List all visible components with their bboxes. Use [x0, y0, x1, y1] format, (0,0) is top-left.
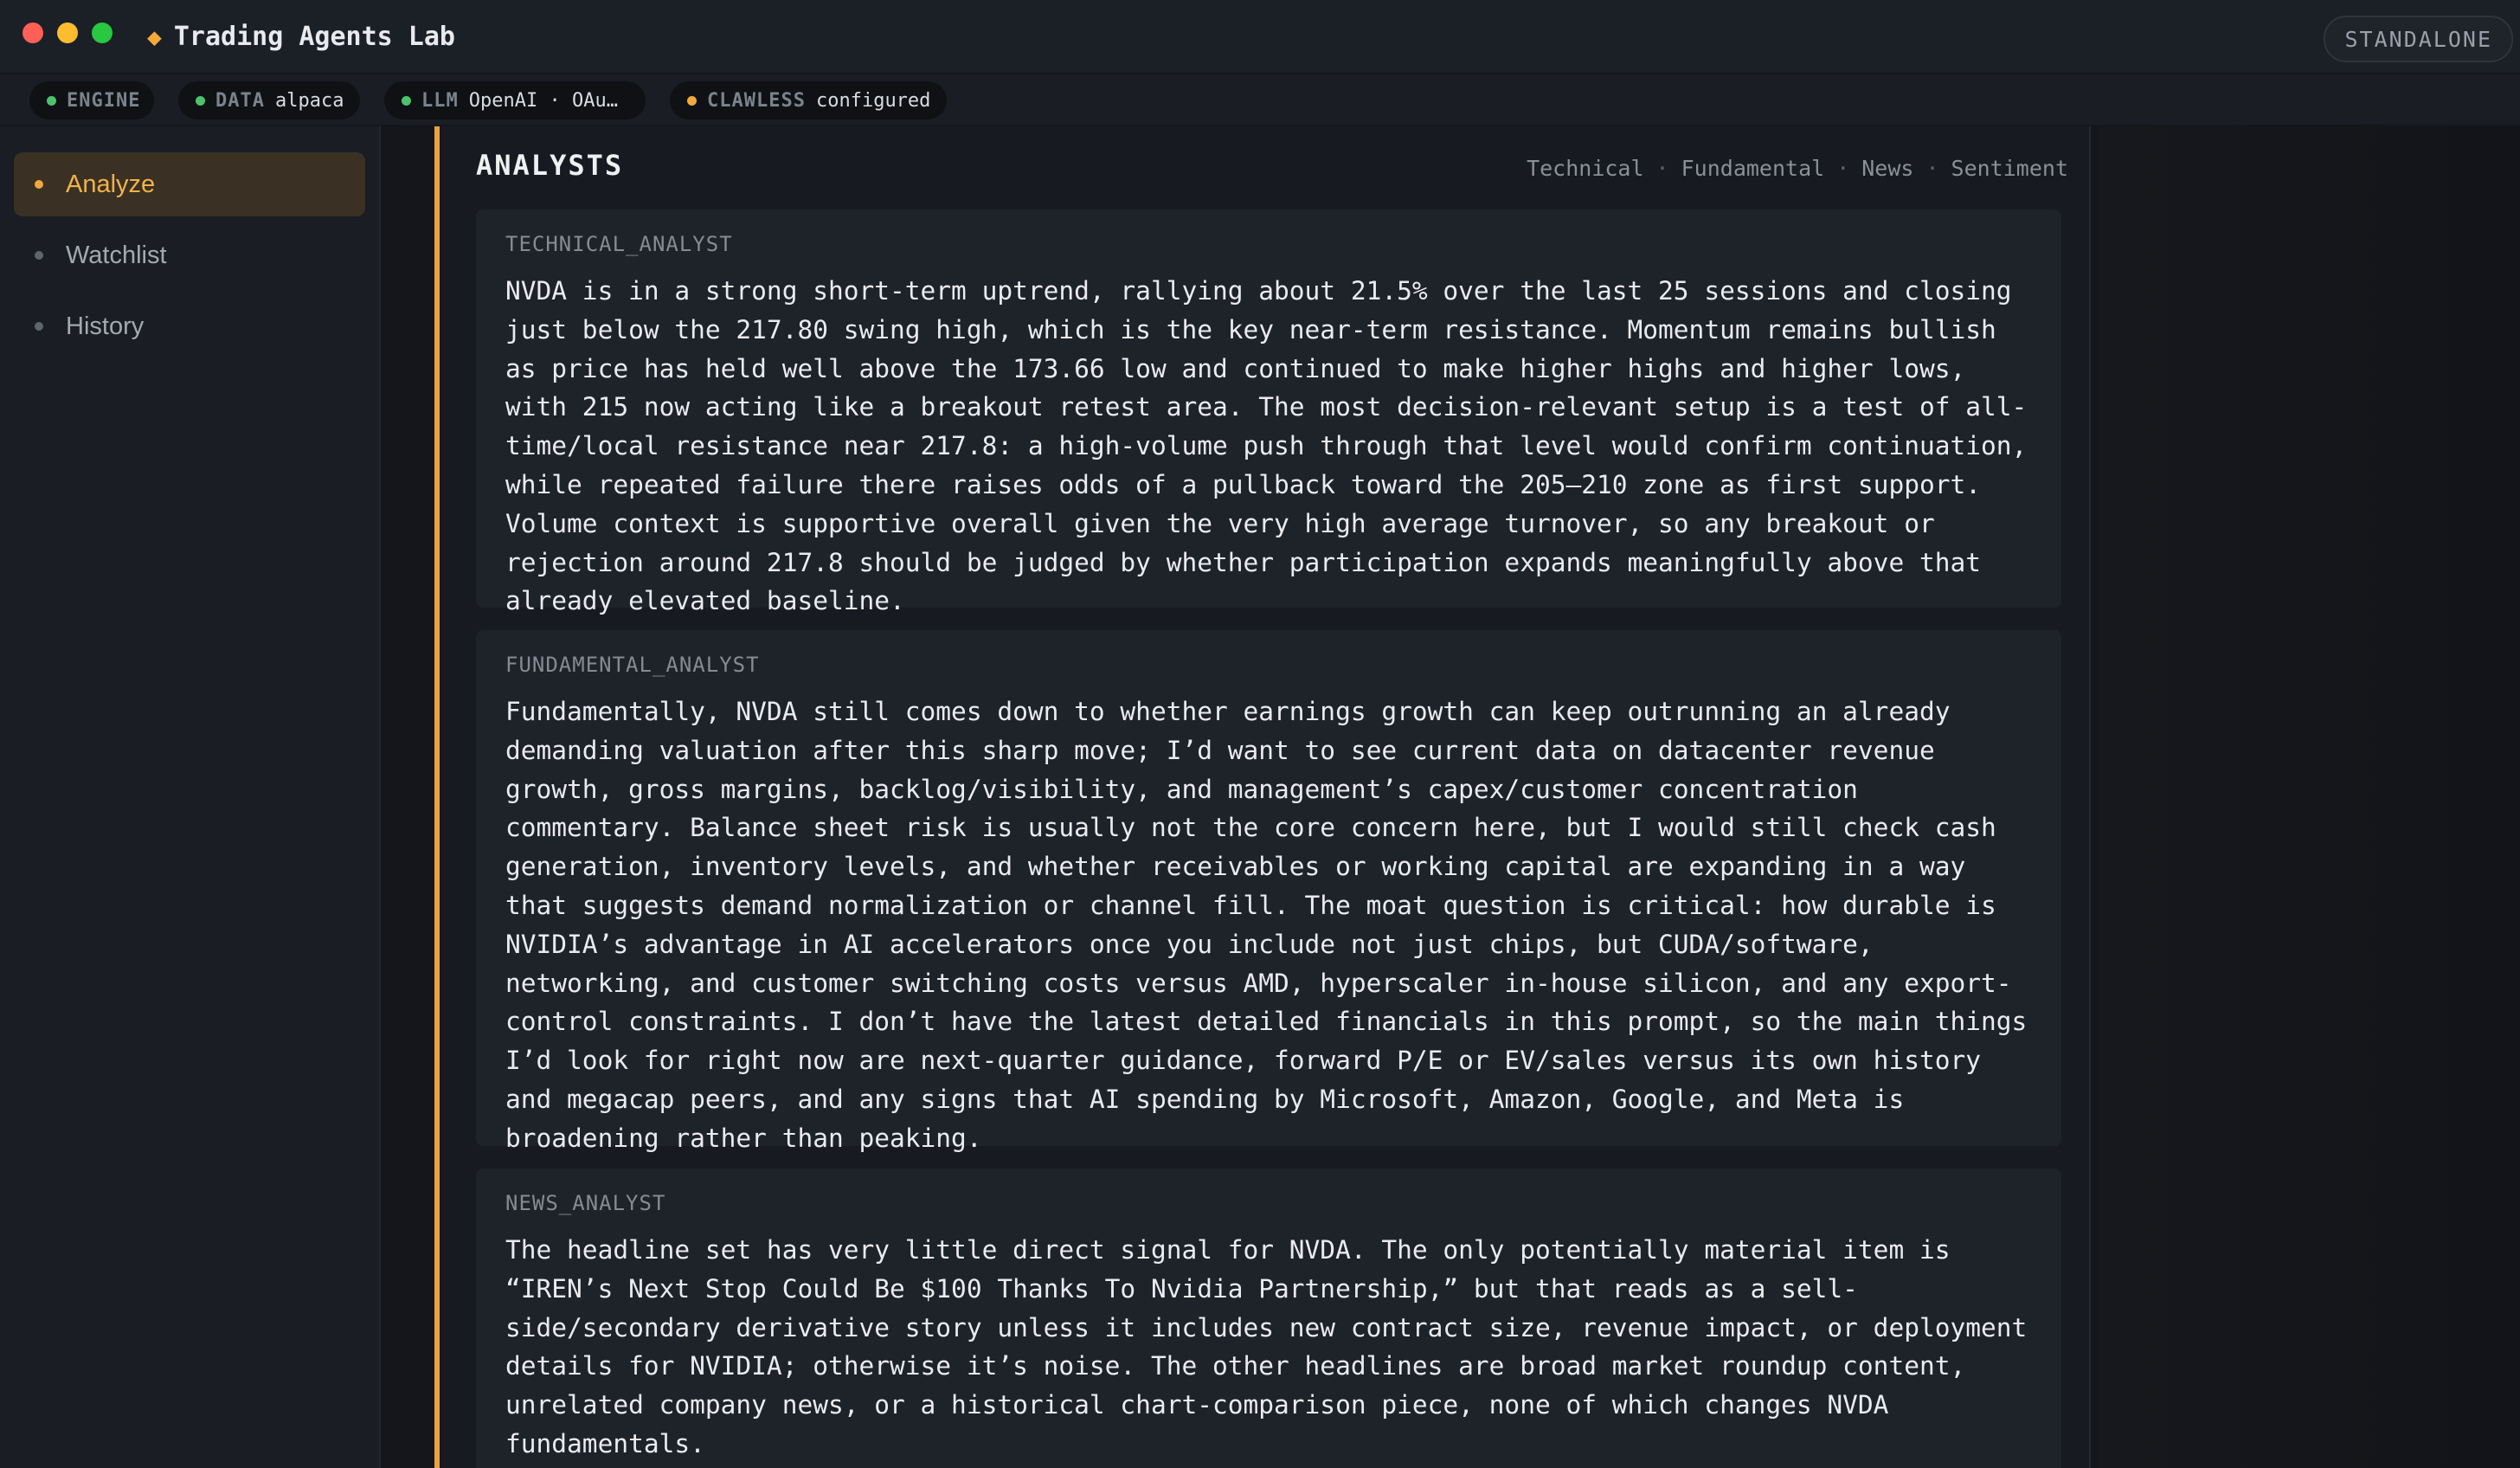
- app-window: ◆ Trading Agents Lab STANDALONE ENGINE D…: [0, 0, 2520, 1468]
- card-text: Fundamentally, NVDA still comes down to …: [505, 697, 2028, 1153]
- minimize-window-button[interactable]: [57, 23, 78, 43]
- tag-sentiment: Sentiment: [1951, 156, 2068, 181]
- status-dot-icon: [687, 95, 697, 106]
- fundamental-analyst-card: FUNDAMENTAL_ANALYST Fundamentally, NVDA …: [476, 630, 2061, 1153]
- data-status-pill[interactable]: DATA alpaca: [178, 81, 360, 119]
- pill-key: ENGINE: [67, 89, 141, 112]
- sidebar-item-label: History: [66, 312, 145, 340]
- main-area: ANALYSTS Technical · Fundamental · News · Sent…: [381, 126, 2520, 1468]
- nav-dot-icon: [35, 180, 43, 189]
- pill-key: LLM: [421, 89, 459, 112]
- card-label: NEWS_ANALYST: [505, 1191, 666, 1215]
- standalone-badge: STANDALONE: [2324, 16, 2513, 62]
- pill-key: DATA: [215, 89, 265, 112]
- sidebar-item-label: Analyze: [66, 170, 156, 198]
- sidebar-item-analyze[interactable]: Analyze: [14, 152, 365, 216]
- card-text: NVDA is in a strong short-term uptrend, …: [505, 276, 2028, 616]
- sidebar-item-watchlist[interactable]: Watchlist: [14, 223, 365, 287]
- card-label: TECHNICAL_ANALYST: [505, 232, 733, 256]
- app-title-text: Trading Agents Lab: [173, 21, 455, 52]
- sidebar: Analyze Watchlist History: [0, 126, 381, 1468]
- analysts-panel[interactable]: ANALYSTS Technical · Fundamental · News · Sent…: [441, 126, 2091, 1468]
- section-title: ANALYSTS: [476, 149, 624, 182]
- sidebar-item-label: Watchlist: [66, 241, 167, 269]
- title-bar: ◆ Trading Agents Lab STANDALONE: [0, 0, 2520, 74]
- technical-analyst-card: TECHNICAL_ANALYST NVDA is in a strong sh…: [476, 209, 2061, 615]
- sidebar-item-history[interactable]: History: [14, 294, 365, 358]
- news-analyst-card: NEWS_ANALYST The headline set has very l…: [476, 1169, 2061, 1468]
- maximize-window-button[interactable]: [92, 23, 112, 43]
- accent-divider: [434, 126, 440, 1468]
- pill-value: alpaca: [274, 89, 344, 112]
- pill-key: CLAWLESS: [707, 89, 806, 112]
- analyst-types: Technical · Fundamental · News · Sentiment: [1527, 156, 2068, 181]
- diamond-logo-icon: ◆: [147, 22, 162, 51]
- pill-value: OpenAI · OAu…: [468, 89, 618, 112]
- tag-news: News: [1861, 156, 1914, 181]
- engine-status-pill[interactable]: ENGINE: [29, 81, 154, 119]
- tag-technical: Technical: [1527, 156, 1644, 181]
- card-text: The headline set has very little direct …: [505, 1235, 2028, 1458]
- clawless-status-pill[interactable]: CLAWLESS configured: [670, 81, 947, 119]
- status-dot-icon: [47, 95, 56, 106]
- right-pane: [2098, 126, 2520, 1468]
- close-window-button[interactable]: [22, 23, 43, 43]
- status-dot-icon: [196, 95, 205, 106]
- nav-dot-icon: [35, 251, 43, 260]
- status-bar: ENGINE DATA alpaca LLM OpenAI · OAu… CLA…: [0, 74, 2520, 126]
- status-dot-icon: [402, 95, 411, 106]
- llm-status-pill[interactable]: LLM OpenAI · OAu…: [384, 81, 646, 119]
- tag-fundamental: Fundamental: [1681, 156, 1825, 181]
- app-title: ◆ Trading Agents Lab: [147, 19, 455, 54]
- pill-value: configured: [815, 89, 931, 112]
- nav-dot-icon: [35, 322, 43, 331]
- card-label: FUNDAMENTAL_ANALYST: [505, 653, 760, 677]
- analysts-header: ANALYSTS Technical · Fundamental · News · Sent…: [476, 144, 2068, 189]
